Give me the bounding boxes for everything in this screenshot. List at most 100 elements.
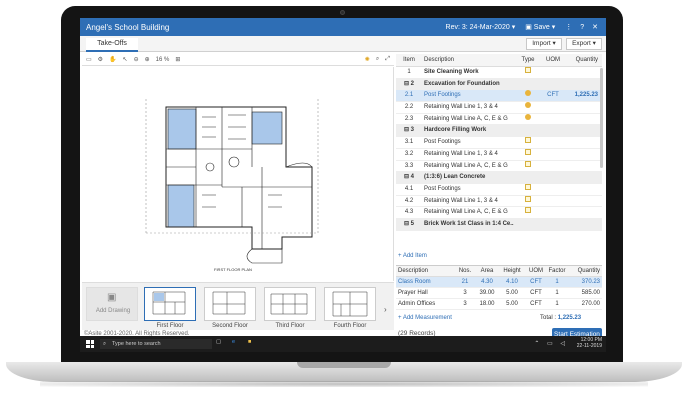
edge-icon[interactable]: e	[232, 339, 242, 349]
col-factor[interactable]: Factor	[546, 266, 568, 277]
item-row[interactable]: 4.3 Retaining Wall Line A, C, E & G	[396, 207, 602, 219]
sun-icon[interactable]: ✺	[365, 56, 370, 63]
revision-selector[interactable]: Rev: 3: 24-Mar-2020 ▾	[446, 23, 516, 31]
windows-start-icon[interactable]	[86, 340, 94, 348]
import-dropdown[interactable]: Import ▾	[526, 38, 562, 50]
search-placeholder: Type here to search	[112, 341, 161, 347]
thumbnail-first-floor[interactable]	[144, 287, 196, 321]
item-description: Site Cleaning Work	[424, 69, 479, 75]
panel-toggle-icon[interactable]: ▭	[86, 56, 92, 63]
add-drawing-button[interactable]: ▣ Add Drawing	[86, 287, 138, 321]
manual-entry-icon	[520, 148, 536, 160]
tab-take-offs[interactable]: Take-Offs	[86, 38, 138, 52]
item-row[interactable]: 2.3 Retaining Wall Line A, C, E & G	[396, 113, 602, 126]
measurement-factor: 1	[555, 279, 559, 285]
col-area[interactable]: Area	[476, 266, 498, 277]
ruler-icon[interactable]: ⊞	[175, 56, 180, 63]
group-row[interactable]: ⊟ 5 Brick Work 1st Class in 1:4 Ce..	[396, 218, 602, 231]
measurement-area: 4.30	[481, 279, 493, 285]
chevron-down-icon: ▾	[551, 24, 556, 31]
col-uom[interactable]: UOM	[542, 54, 564, 67]
add-drawing-label: Add Drawing	[95, 308, 131, 314]
measurement-row[interactable]: Prayer Hall 3 39.00 5.00 CFT 1 585.00	[396, 288, 602, 299]
items-table: Item Description Type UOM Quantity 1 Site…	[396, 54, 602, 262]
manual-entry-icon	[520, 195, 536, 207]
item-description: Retaining Wall Line A, C, E & G	[424, 115, 508, 122]
save-label: Save	[533, 24, 550, 31]
measurement-uom: CFT	[530, 290, 542, 296]
thumbnail-second-floor[interactable]	[204, 287, 256, 321]
task-view-icon[interactable]: ▢	[216, 339, 226, 349]
item-row[interactable]: 2.1 Post Footings CFT 1,225.23	[396, 90, 602, 103]
col-item[interactable]: Item	[398, 54, 420, 67]
item-number: 2.2	[404, 104, 414, 111]
close-icon[interactable]: ✕	[592, 23, 598, 31]
col-nos[interactable]: Nos.	[456, 266, 474, 277]
item-row[interactable]: 2.2 Retaining Wall Line 1, 3 & 4	[396, 102, 602, 114]
taskbar-search[interactable]: ⌕ Type here to search	[100, 339, 212, 349]
group-row[interactable]: ⊟ 4 (1:3:6) Lean Concrete	[396, 172, 602, 184]
folder-icon[interactable]: ■	[248, 339, 258, 349]
add-measurement-link[interactable]: + Add Measurement	[398, 315, 452, 321]
manual-entry-icon	[520, 137, 536, 148]
highlighted-room[interactable]	[251, 111, 283, 145]
col-height[interactable]: Height	[500, 266, 524, 277]
highlighted-room[interactable]	[167, 108, 197, 150]
item-row[interactable]: 4.1 Post Footings	[396, 183, 602, 196]
save-button[interactable]: ▣ Save ▾	[525, 23, 555, 31]
col-quantity[interactable]: Quantity	[568, 266, 600, 277]
more-icon[interactable]: ⋮	[565, 23, 572, 31]
col-type[interactable]: Type	[520, 54, 536, 67]
zoom-out-icon[interactable]: ⊖	[134, 56, 139, 63]
add-item-link[interactable]: + Add Item	[398, 253, 427, 259]
measurement-quantity: 270.00	[581, 301, 600, 307]
measurement-row[interactable]: Class Room 21 4.30 4.10 CFT 1 370.23	[396, 277, 602, 288]
floor-plan-thumbnail	[270, 293, 308, 315]
highlighted-room[interactable]	[167, 184, 195, 228]
item-row[interactable]: 3.2 Retaining Wall Line 1, 3 & 4	[396, 148, 602, 161]
measurement-factor: 1	[555, 301, 559, 307]
system-tray-icons[interactable]: ⌃ ▭ ◁	[534, 340, 568, 347]
col-description[interactable]: Description	[424, 54, 520, 67]
measurement-height: 4.10	[506, 279, 518, 285]
drawing-canvas[interactable]: FIRST FLOOR PLAN	[82, 67, 394, 281]
measurement-row[interactable]: Admin Offices 3 18.00 5.00 CFT 1 270.00	[396, 299, 602, 310]
col-quantity[interactable]: Quantity	[566, 54, 598, 67]
search-icon[interactable]: ⌕	[376, 56, 379, 63]
group-row[interactable]: ⊟ 2 Excavation for Foundation	[396, 78, 602, 91]
col-uom[interactable]: UOM	[526, 266, 546, 277]
taskbar-clock[interactable]: 12:00 PM 22-11-2019	[577, 337, 602, 349]
items-scrollbar[interactable]	[600, 68, 603, 168]
item-row[interactable]: 4.2 Retaining Wall Line 1, 3 & 4	[396, 195, 602, 208]
item-description: Post Footings	[424, 185, 461, 192]
item-row[interactable]: 1 Site Cleaning Work	[396, 67, 602, 79]
item-row[interactable]: 3.1 Post Footings	[396, 137, 602, 149]
manual-entry-icon	[520, 183, 536, 195]
item-number: 2.3	[404, 115, 414, 122]
formula-icon	[520, 90, 536, 101]
zoom-level[interactable]: 16 %	[156, 57, 170, 63]
chevron-right-icon[interactable]: ›	[384, 305, 387, 314]
zoom-in-icon[interactable]: ⊕	[145, 56, 150, 63]
expand-icon[interactable]: ⤢	[385, 56, 390, 63]
thumbnail-fourth-floor[interactable]	[324, 287, 376, 321]
hand-pan-icon[interactable]: ✋	[109, 56, 116, 63]
item-description: Post Footings	[424, 139, 461, 146]
drawing-toolbar: ▭ ⚙ ✋ ↖ ⊖ ⊕ 16 % ⊞ ✺ ⌕ ⤢	[82, 54, 394, 66]
item-row[interactable]: 3.3 Retaining Wall Line A, C, E & G	[396, 160, 602, 173]
taskbar-apps: ▢ e ■	[216, 339, 258, 349]
item-number: 4.2	[404, 197, 414, 204]
measurement-nos: 3	[463, 301, 467, 307]
settings-icon[interactable]: ⚙	[98, 56, 103, 63]
export-dropdown[interactable]: Export ▾	[566, 38, 602, 50]
manual-entry-icon	[520, 67, 536, 78]
group-row[interactable]: ⊟ 3 Hardcore Filling Work	[396, 125, 602, 138]
measurement-quantity: 585.00	[581, 290, 600, 296]
measurement-description: Class Room	[398, 279, 431, 285]
image-add-icon: ▣	[107, 292, 117, 303]
measurements-body: Class Room 21 4.30 4.10 CFT 1 370.23 Prayer Hal…	[396, 277, 602, 310]
pointer-icon[interactable]: ↖	[123, 56, 128, 63]
thumbnail-third-floor[interactable]	[264, 287, 316, 321]
col-description[interactable]: Description	[398, 266, 456, 277]
help-icon[interactable]: ?	[580, 24, 584, 31]
